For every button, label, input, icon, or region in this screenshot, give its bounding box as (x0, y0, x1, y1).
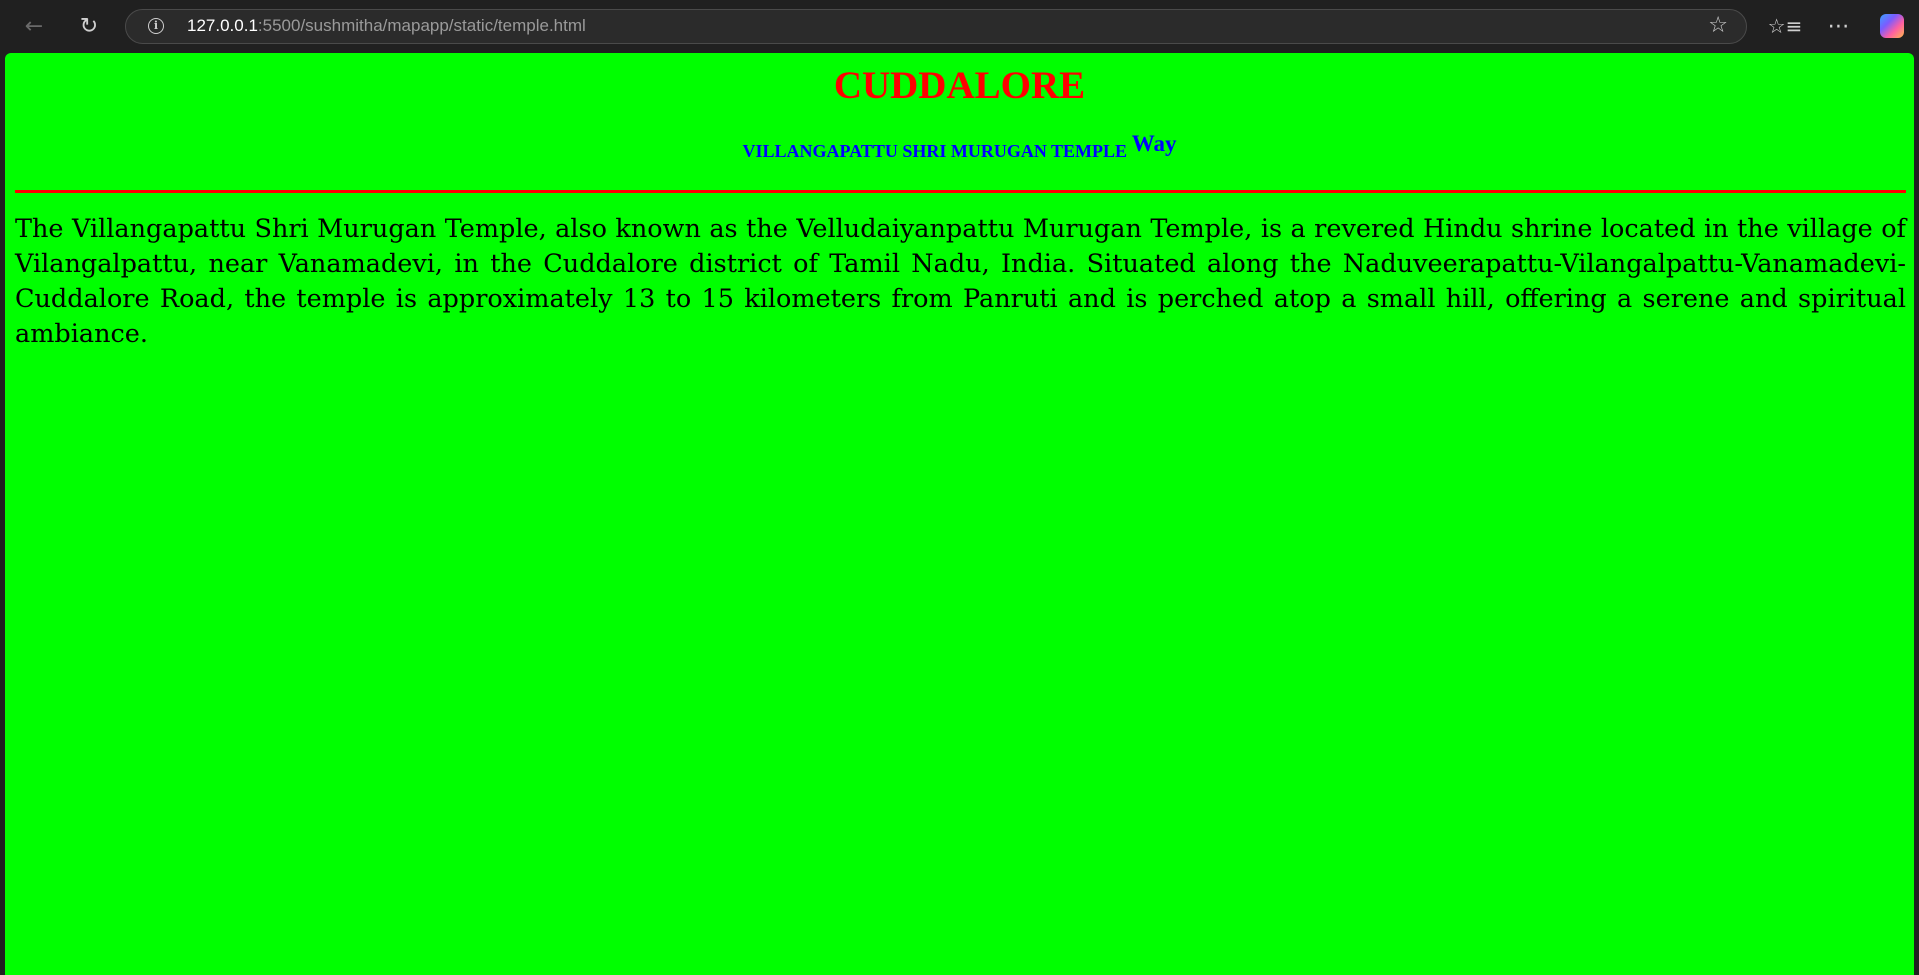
copilot-icon (1880, 14, 1904, 38)
star-icon[interactable]: ☆ (1708, 13, 1728, 38)
page-content: CUDDALORE VILLANGAPATTU SHRI MURUGAN TEM… (5, 53, 1914, 975)
page-title: CUDDALORE (833, 64, 1086, 107)
temple-name: VILLANGAPATTU SHRI MURUGAN TEMPLE (742, 141, 1128, 161)
info-icon[interactable]: i (148, 18, 164, 34)
address-bar[interactable]: i 127.0.0.1:5500/sushmitha/mapapp/static… (125, 9, 1747, 44)
reload-icon: ↻ (79, 13, 99, 39)
divider (15, 190, 1906, 193)
more-button[interactable]: ⋯ (1822, 9, 1856, 43)
more-icon: ⋯ (1827, 13, 1851, 39)
favorites-icon: ☆≡ (1767, 14, 1803, 38)
reload-button[interactable]: ↻ (72, 9, 106, 43)
arrow-left-icon: ← (24, 13, 44, 39)
url-text[interactable]: 127.0.0.1:5500/sushmitha/mapapp/static/t… (187, 16, 586, 36)
browser-toolbar: ← ↻ i 127.0.0.1:5500/sushmitha/mapapp/st… (0, 0, 1919, 52)
url-path: :5500/sushmitha/mapapp/static/temple.htm… (257, 16, 586, 35)
back-button[interactable]: ← (17, 9, 51, 43)
favorites-button[interactable]: ☆≡ (1767, 9, 1803, 43)
url-host: 127.0.0.1 (187, 16, 258, 35)
way-link[interactable]: Way (1132, 131, 1177, 156)
copilot-button[interactable] (1875, 9, 1909, 43)
temple-heading: VILLANGAPATTU SHRI MURUGAN TEMPLE Way (5, 131, 1914, 163)
temple-description: The Villangapattu Shri Murugan Temple, a… (15, 214, 1906, 349)
